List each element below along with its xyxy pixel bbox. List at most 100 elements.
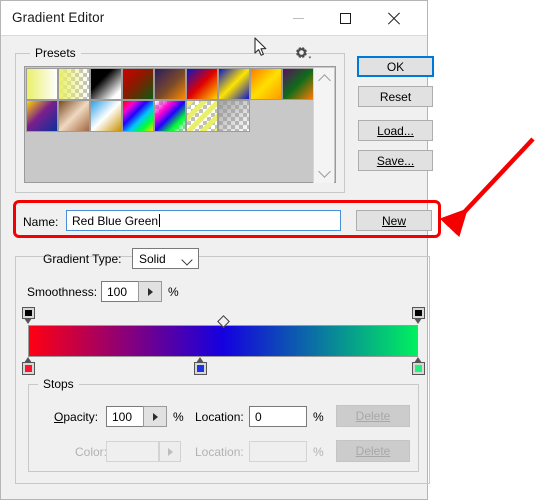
color-dropdown-button [159, 441, 181, 462]
scroll-up-icon[interactable] [314, 70, 335, 87]
smoothness-value: 100 [107, 284, 128, 299]
delete-opacity-stop-button: Delete [336, 405, 410, 427]
presets-scrollbar[interactable] [313, 68, 334, 183]
minimize-icon [293, 17, 304, 19]
preset-swatch-yellow-violet-blue[interactable] [26, 100, 58, 132]
stops-legend: Stops [38, 377, 79, 391]
gradient-type-label: Gradient Type: [43, 252, 122, 266]
name-label: Name: [23, 215, 59, 229]
preset-swatch-fill [187, 101, 217, 131]
color-stop-swatch [22, 362, 35, 375]
scroll-down-icon[interactable] [314, 164, 335, 181]
maximize-icon [340, 12, 351, 24]
color-stop-green[interactable] [412, 357, 425, 376]
opacity-label-rest: pacity: [63, 410, 99, 424]
delete-color-stop-button: Delete [336, 440, 410, 462]
color-stop-blue[interactable] [194, 357, 207, 376]
triangle-right-icon [152, 412, 158, 421]
opacity-value: 100 [112, 409, 133, 424]
load-button[interactable]: Load... [358, 120, 433, 141]
preset-swatch-fill [283, 69, 313, 99]
color-stop-swatch [194, 362, 207, 375]
preset-swatch-fill [251, 69, 281, 99]
presets-group: Presets [15, 46, 345, 193]
gear-icon[interactable] [294, 45, 312, 61]
opacity-label: Opacity: [54, 410, 99, 424]
preset-swatch-fill [187, 69, 217, 99]
smoothness-unit: % [168, 285, 179, 299]
preset-swatch-sky-gold[interactable] [90, 100, 122, 132]
preset-swatch-transparent[interactable] [218, 100, 250, 132]
gradient-preview-bar[interactable] [28, 325, 418, 357]
minimize-button[interactable] [276, 1, 321, 35]
preset-swatch-red-green[interactable] [122, 68, 154, 100]
preset-swatch-orange-yellow[interactable] [250, 68, 282, 100]
color-swatch-input [106, 441, 159, 462]
opacity-stop-pointer [24, 318, 32, 324]
close-button[interactable] [371, 1, 416, 35]
gradient-editor-window: Gradient Editor Presets OK Reset Load...… [0, 0, 441, 500]
save-button[interactable]: Save... [358, 150, 433, 171]
preset-swatch-copper[interactable] [58, 100, 90, 132]
opacity-location-unit: % [313, 410, 324, 424]
gradient-type-value: Solid [139, 251, 166, 266]
opacity-stop-right[interactable] [412, 307, 425, 325]
gradient-type-select[interactable]: Solid [132, 248, 199, 269]
presets-grid [26, 68, 314, 183]
preset-swatch-fill [91, 101, 121, 131]
name-input[interactable]: Red Blue Green [66, 210, 341, 231]
color-label: Color: [75, 445, 108, 459]
preset-swatch-fill [91, 69, 121, 99]
opacity-location-value: 0 [255, 409, 262, 424]
color-stop-swatch [412, 362, 425, 375]
preset-swatch-rainbow-fade[interactable] [154, 100, 186, 132]
text-caret [159, 214, 161, 227]
opacity-input[interactable]: 100 [106, 406, 144, 427]
maximize-button[interactable] [323, 1, 368, 35]
close-icon [387, 12, 400, 25]
presets-list[interactable] [24, 66, 336, 183]
mouse-cursor [254, 37, 268, 57]
opacity-stop-pointer [414, 318, 422, 324]
preset-swatch-spectrum[interactable] [122, 100, 154, 132]
preset-swatch-fill [27, 69, 57, 99]
opacity-unit: % [173, 410, 184, 424]
delete-opacity-label: Delete [355, 409, 391, 423]
preset-swatch-blue-red-yellow[interactable] [186, 68, 218, 100]
color-location-unit: % [313, 445, 324, 459]
preset-swatch-black-white[interactable] [90, 68, 122, 100]
preset-swatch-yellow-fade[interactable] [26, 68, 58, 100]
smoothness-input[interactable]: 100 [101, 281, 139, 302]
opacity-stop-left[interactable] [22, 307, 35, 325]
smoothness-dropdown-button[interactable] [138, 281, 162, 302]
preset-swatch-violet-orange[interactable] [154, 68, 186, 100]
window-title: Gradient Editor [12, 10, 105, 25]
preset-swatch-fill [59, 101, 89, 131]
smoothness-label: Smoothness: [27, 285, 98, 299]
preset-swatch-fill [59, 69, 89, 99]
title-bar: Gradient Editor [1, 1, 427, 36]
ok-button[interactable]: OK [357, 56, 434, 77]
load-button-label: Load... [377, 123, 414, 138]
preset-swatch-blue-yellow[interactable] [218, 68, 250, 100]
opacity-dropdown-button[interactable] [143, 406, 167, 427]
ok-button-label: OK [386, 59, 405, 74]
new-button[interactable]: New [356, 210, 432, 231]
delete-color-label: Delete [355, 444, 391, 458]
preset-swatch-fill [219, 101, 249, 131]
preset-swatch-purple-green[interactable] [282, 68, 314, 100]
new-button-label: New [381, 213, 406, 228]
preset-swatch-fill [155, 101, 185, 131]
preset-swatch-yellow-stripes[interactable] [186, 100, 218, 132]
opacity-location-input[interactable]: 0 [249, 406, 307, 427]
save-button-label: Save... [376, 153, 415, 168]
color-location-label: Location: [195, 445, 244, 459]
preset-swatch-fill [155, 69, 185, 99]
color-stop-red[interactable] [22, 357, 35, 376]
preset-swatch-yellow-transparent[interactable] [58, 68, 90, 100]
reset-button-label: Reset [379, 89, 412, 104]
presets-legend: Presets [30, 46, 81, 60]
reset-button[interactable]: Reset [358, 86, 433, 107]
name-input-value: Red Blue Green [72, 213, 159, 228]
preset-swatch-fill [123, 69, 153, 99]
